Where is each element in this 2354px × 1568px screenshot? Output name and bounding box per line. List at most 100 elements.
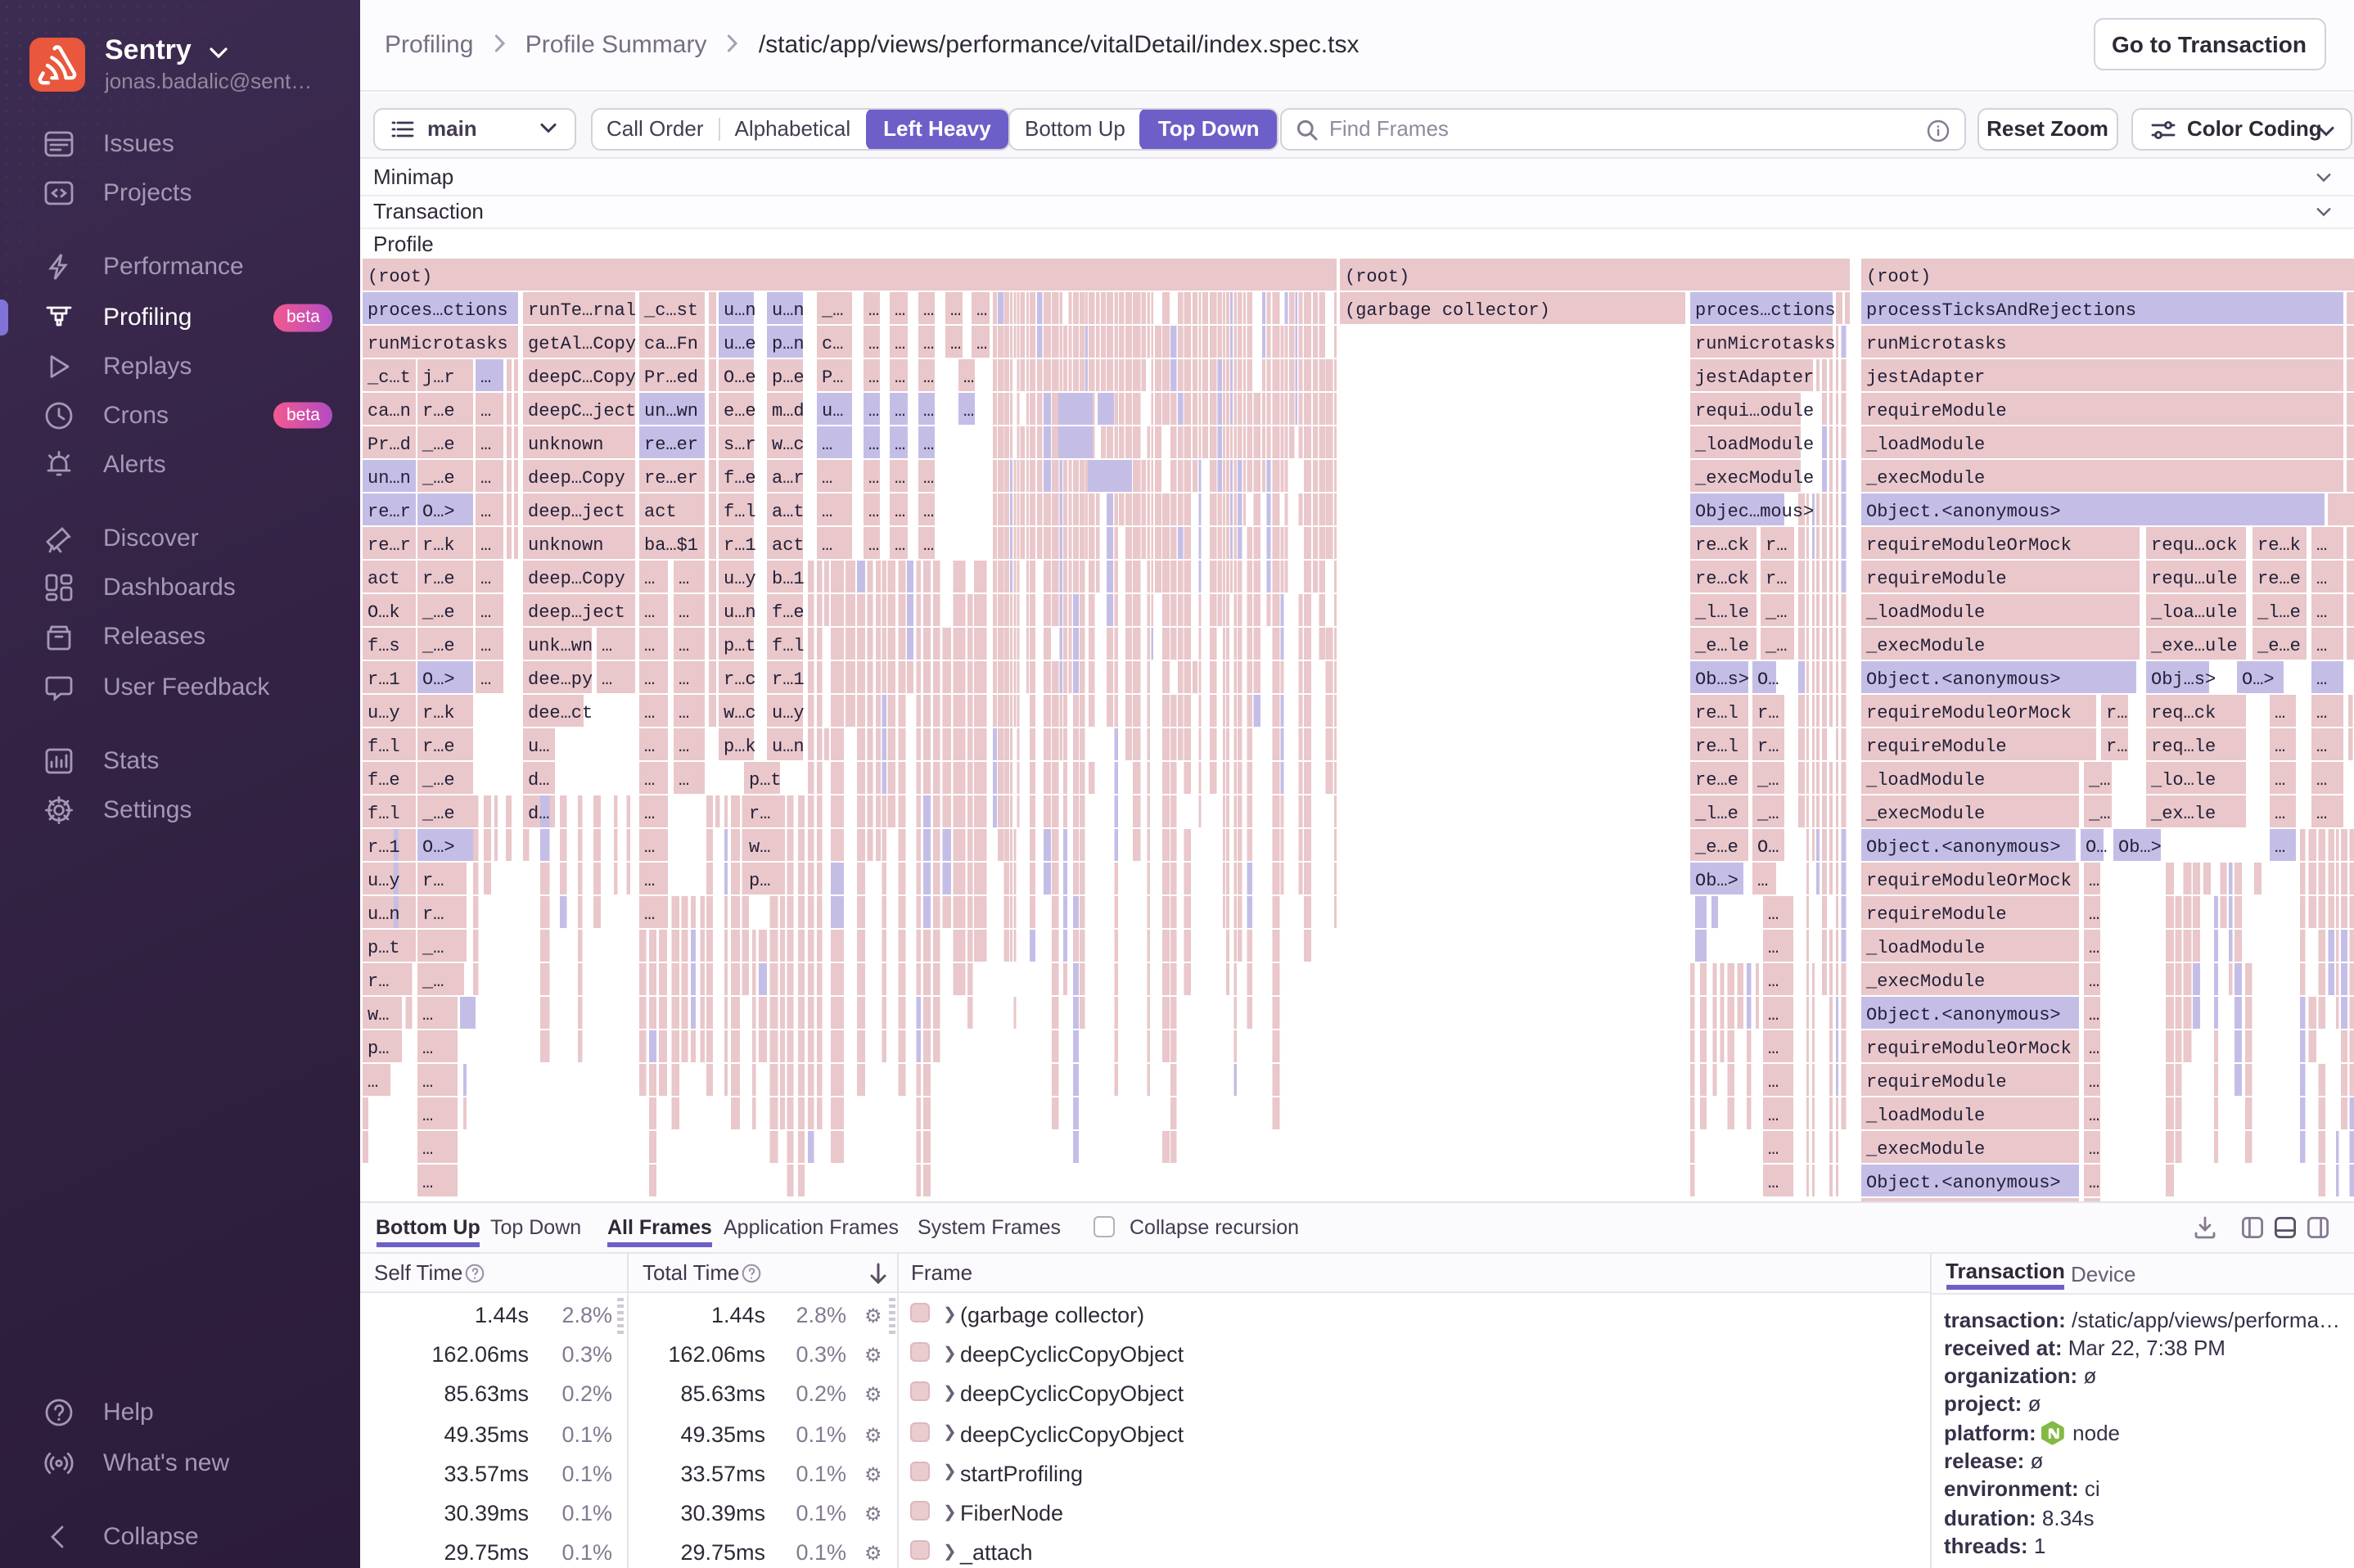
- svg-text:p…: p…: [368, 1038, 389, 1058]
- svg-text:p…t: p…t: [368, 937, 400, 957]
- svg-text:…: …: [480, 367, 491, 387]
- svg-text:…: …: [679, 769, 689, 790]
- svg-text:…: …: [644, 702, 655, 723]
- svg-text:…: …: [480, 534, 491, 555]
- svg-text:u…y: u…y: [368, 702, 400, 723]
- svg-text:_loadModule: _loadModule: [1865, 602, 1985, 622]
- svg-text:w…c: w…c: [772, 434, 805, 454]
- svg-text:…: …: [2089, 870, 2099, 890]
- svg-text:O…: O…: [2086, 836, 2107, 857]
- svg-text:…: …: [679, 736, 689, 756]
- svg-text:_lo…le: _lo…le: [2150, 769, 2216, 790]
- svg-text:w…c: w…c: [724, 702, 756, 723]
- svg-text:re…ck: re…ck: [1695, 534, 1749, 555]
- svg-text:_e…e: _e…e: [2257, 635, 2301, 656]
- svg-text:re…e: re…e: [2257, 568, 2301, 588]
- svg-text:…: …: [422, 1071, 433, 1092]
- svg-text:…: …: [644, 602, 655, 622]
- svg-text:ba…$1: ba…$1: [644, 534, 698, 555]
- svg-text:f…l: f…l: [724, 501, 756, 521]
- svg-text:…: …: [868, 534, 879, 555]
- svg-text:…: …: [895, 501, 905, 521]
- svg-text:req…ck: req…ck: [2151, 702, 2216, 723]
- svg-text:…: …: [1757, 870, 1768, 890]
- svg-text:ca…Fn: ca…Fn: [644, 333, 698, 354]
- svg-text:…: …: [1768, 1038, 1779, 1058]
- svg-text:proces…ctions: proces…ctions: [1695, 300, 1836, 320]
- svg-text:…: …: [2089, 937, 2099, 957]
- svg-text:_loadModule: _loadModule: [1865, 937, 1985, 957]
- svg-text:u…y: u…y: [368, 870, 400, 890]
- svg-text:P…: P…: [822, 367, 843, 387]
- svg-text:…: …: [480, 568, 491, 588]
- svg-text:…: …: [895, 467, 905, 488]
- svg-text:…: …: [895, 300, 905, 320]
- svg-text:r…e: r…e: [422, 400, 455, 421]
- svg-text:r…1: r…1: [368, 836, 400, 857]
- svg-text:c…: c…: [822, 333, 843, 354]
- svg-text:…: …: [480, 467, 491, 488]
- svg-text:p…t: p…t: [749, 769, 782, 790]
- svg-text:O…>: O…>: [2242, 669, 2275, 689]
- svg-text:r…1: r…1: [368, 669, 400, 689]
- svg-text:d…: d…: [528, 803, 549, 823]
- svg-text:r…: r…: [2106, 736, 2127, 756]
- svg-text:p…n: p…n: [772, 333, 805, 354]
- svg-text:jestAdapter: jestAdapter: [1695, 367, 1814, 387]
- svg-text:_…e: _…e: [422, 803, 455, 823]
- svg-text:re…k: re…k: [2257, 534, 2301, 555]
- svg-text:u…: u…: [528, 736, 549, 756]
- svg-text:r…: r…: [422, 903, 444, 924]
- svg-text:deepC…Copy: deepC…Copy: [528, 367, 636, 387]
- svg-text:…: …: [2089, 1004, 2099, 1025]
- svg-text:…: …: [1768, 1172, 1779, 1192]
- svg-text:…: …: [1768, 1004, 1779, 1025]
- svg-text:…: …: [868, 501, 879, 521]
- svg-text:unknown: unknown: [528, 534, 603, 555]
- svg-text:(root): (root): [368, 266, 432, 286]
- svg-text:…: …: [2316, 534, 2327, 555]
- svg-text:…: …: [2316, 769, 2327, 790]
- svg-text:…: …: [868, 333, 879, 354]
- svg-text:processTicksAndRejections: processTicksAndRejections: [1866, 300, 2136, 320]
- svg-text:r…: r…: [1766, 534, 1787, 555]
- svg-text:u…n: u…n: [368, 903, 400, 924]
- svg-text:_loadModule: _loadModule: [1865, 1105, 1985, 1125]
- svg-text:…: …: [868, 300, 879, 320]
- svg-text:jestAdapter: jestAdapter: [1866, 367, 1985, 387]
- svg-text:Ob…>: Ob…>: [2118, 836, 2162, 857]
- svg-text:f…l: f…l: [368, 736, 400, 756]
- svg-text:r…k: r…k: [422, 702, 455, 723]
- svg-text:_exe…ule: _exe…ule: [2150, 635, 2238, 656]
- svg-text:p…k: p…k: [724, 736, 756, 756]
- svg-text:…: …: [923, 400, 934, 421]
- svg-text:re…e: re…e: [1695, 769, 1738, 790]
- svg-text:f…s: f…s: [368, 635, 400, 656]
- svg-text:(root): (root): [1866, 266, 1931, 286]
- svg-text:_…: _…: [1756, 769, 1779, 790]
- svg-text:b…1: b…1: [772, 568, 805, 588]
- svg-text:O…>: O…>: [422, 669, 455, 689]
- svg-text:…: …: [480, 400, 491, 421]
- svg-text:…: …: [644, 736, 655, 756]
- svg-text:dee…py: dee…py: [528, 669, 593, 689]
- svg-text:…: …: [950, 333, 961, 354]
- svg-text:r…e: r…e: [422, 736, 455, 756]
- svg-text:runTe…rnal: runTe…rnal: [528, 300, 636, 320]
- svg-text:re…ck: re…ck: [1695, 568, 1749, 588]
- svg-text:…: …: [2316, 803, 2327, 823]
- svg-text:_execModule: _execModule: [1865, 635, 1985, 656]
- svg-text:…: …: [923, 367, 934, 387]
- svg-text:_…: _…: [1765, 602, 1787, 622]
- svg-text:runMicrotasks: runMicrotasks: [1866, 333, 2007, 354]
- svg-text:_ex…le: _ex…le: [2150, 803, 2216, 823]
- svg-text:…: …: [480, 501, 491, 521]
- svg-text:re…l: re…l: [1695, 702, 1738, 723]
- svg-text:un…wn: un…wn: [644, 400, 698, 421]
- svg-text:runMicrotasks: runMicrotasks: [1695, 333, 1836, 354]
- svg-text:…: …: [2089, 971, 2099, 991]
- svg-text:_execModule: _execModule: [1694, 467, 1814, 488]
- svg-text:_…: _…: [1756, 803, 1779, 823]
- svg-text:…: …: [976, 300, 987, 320]
- svg-text:requireModuleOrMock: requireModuleOrMock: [1866, 534, 2072, 555]
